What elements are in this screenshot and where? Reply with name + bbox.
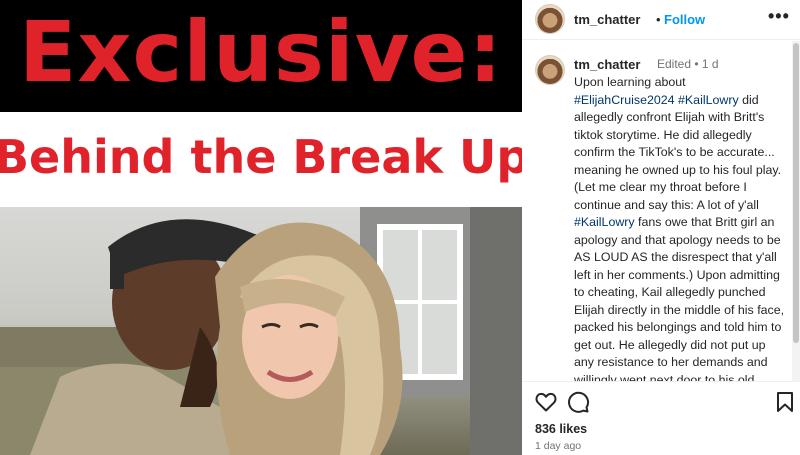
caption-avatar[interactable] (535, 55, 565, 85)
avatar[interactable] (535, 4, 565, 34)
post-actions: 836 likes 1 day ago (522, 381, 800, 455)
caption-username[interactable]: tm_chatter (574, 57, 640, 72)
headline-behind-break-up: Behind the Break Up (0, 130, 522, 184)
comment-icon[interactable] (566, 390, 590, 419)
caption-text-part: Upon learning about (574, 75, 686, 89)
caption-meta: Edited • 1 d (657, 57, 719, 71)
follow-button[interactable]: Follow (664, 12, 705, 27)
couple-photo (0, 207, 522, 455)
headline-banner-top: Exclusive: (0, 0, 522, 112)
bookmark-icon[interactable] (774, 390, 796, 419)
post-author-username[interactable]: tm_chatter (574, 12, 640, 27)
caption-text: Upon learning about #ElijahCruise2024 #K… (574, 74, 788, 381)
scrollbar-thumb[interactable] (793, 43, 799, 343)
heart-icon[interactable] (534, 390, 558, 419)
post-timestamp[interactable]: 1 day ago (535, 440, 581, 452)
post-image[interactable]: Exclusive: Behind the Break Up (0, 0, 522, 455)
caption-text-part: did allegedly confront Elijah with Britt… (574, 92, 782, 212)
post-header: tm_chatter • Follow ••• (522, 0, 800, 40)
hashtag-link[interactable]: #ElijahCruise2024 (574, 93, 675, 107)
caption-section: tm_chatter Edited • 1 d Upon learning ab… (522, 41, 792, 381)
headline-banner-mid: Behind the Break Up (0, 112, 522, 207)
likes-count[interactable]: 836 likes (535, 422, 587, 436)
hashtag-link[interactable]: #KailLowry (574, 215, 635, 229)
hashtag-link[interactable]: #KailLowry (678, 93, 739, 107)
separator-dot: • (656, 12, 661, 27)
headline-exclusive: Exclusive: (18, 3, 504, 101)
more-options-icon[interactable]: ••• (768, 6, 790, 27)
caption-scrollbar[interactable] (792, 41, 800, 381)
caption-text-part: fans owe that Britt girl an apology and … (574, 215, 785, 381)
post-details-panel: tm_chatter • Follow ••• tm_chatter Edite… (522, 0, 800, 455)
